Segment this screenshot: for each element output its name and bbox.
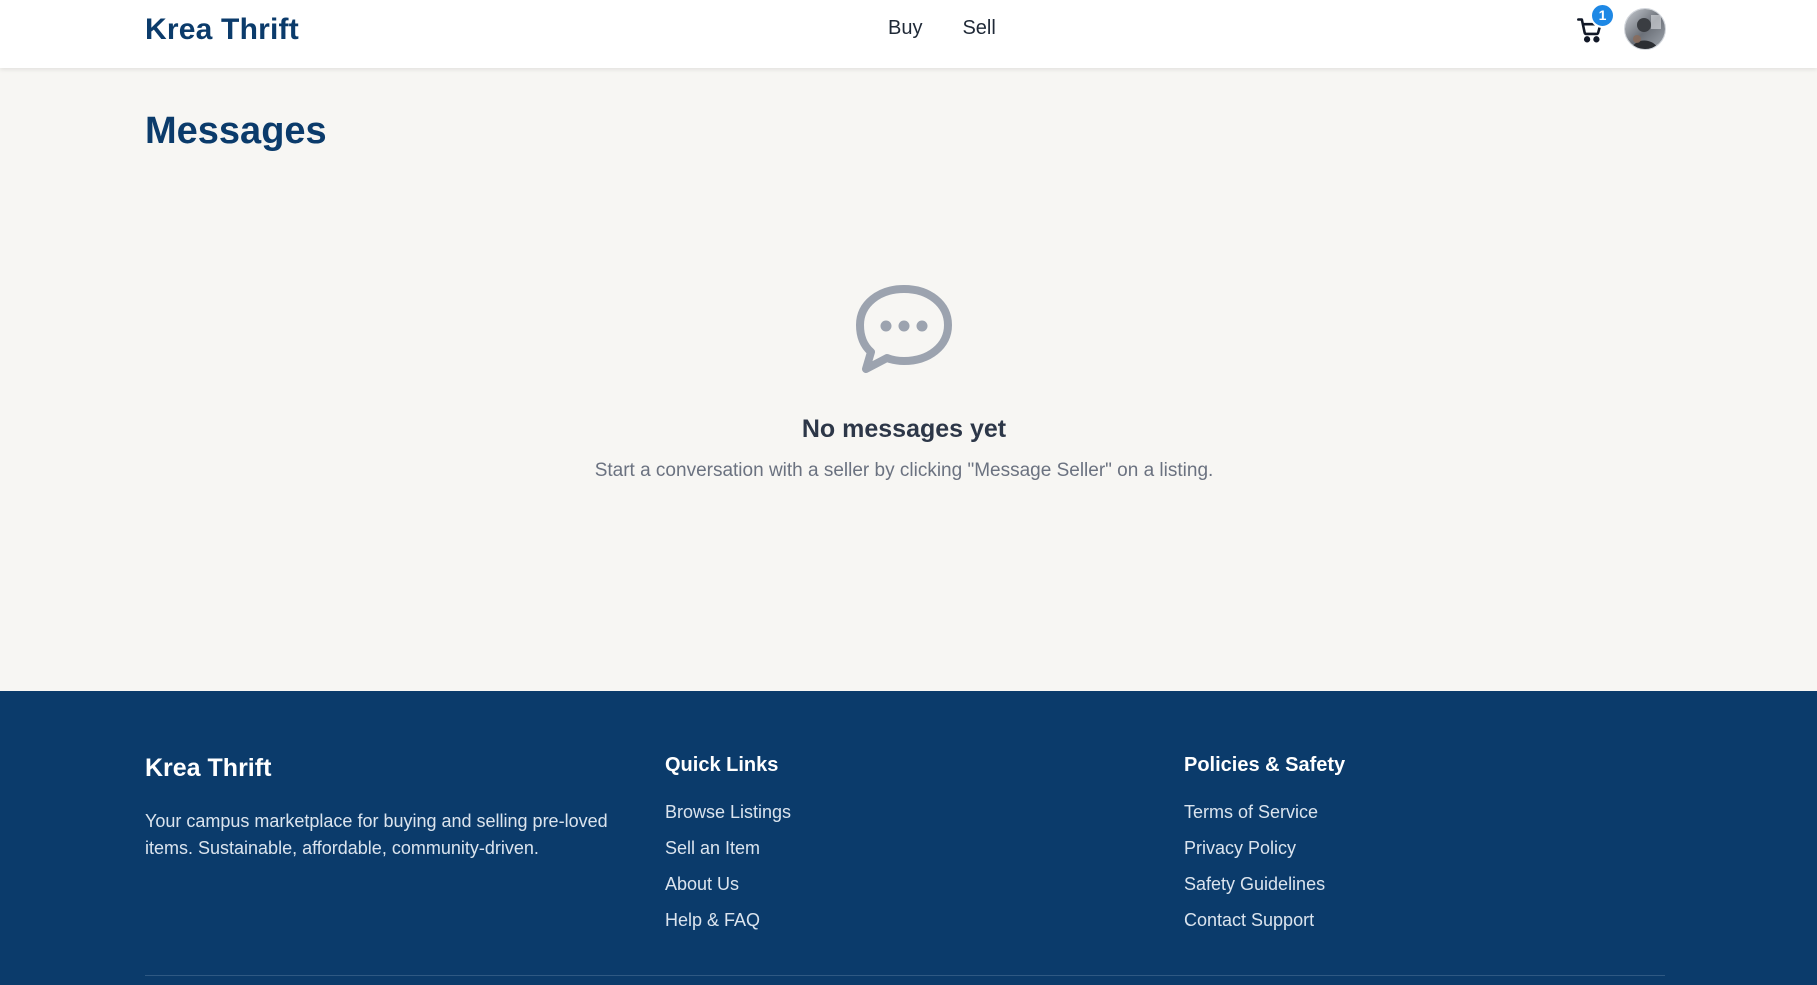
user-avatar[interactable] xyxy=(1624,8,1666,50)
nav-buy[interactable]: Buy xyxy=(888,17,922,40)
nav-sell[interactable]: Sell xyxy=(962,17,995,40)
footer-divider xyxy=(145,975,1665,976)
empty-description: Start a conversation with a seller by cl… xyxy=(594,460,1214,481)
empty-title: No messages yet xyxy=(801,415,1007,443)
footer-link-terms[interactable]: Terms of Service xyxy=(1184,802,1325,838)
cart-count-badge: 1 xyxy=(1590,3,1615,28)
footer-link-privacy[interactable]: Privacy Policy xyxy=(1184,838,1325,874)
footer-link-sell-an-item[interactable]: Sell an Item xyxy=(665,838,791,874)
footer-link-safety[interactable]: Safety Guidelines xyxy=(1184,874,1325,910)
footer-link-about-us[interactable]: About Us xyxy=(665,874,791,910)
quick-links-list: Browse Listings Sell an Item About Us He… xyxy=(665,802,791,946)
policies-list: Terms of Service Privacy Policy Safety G… xyxy=(1184,802,1325,946)
footer-brand: Krea Thrift xyxy=(145,754,272,782)
chat-bubble-icon xyxy=(856,285,952,373)
brand-logo[interactable]: Krea Thrift xyxy=(145,13,299,47)
empty-messages-state: No messages yet Start a conversation wit… xyxy=(0,283,1808,482)
footer-description: Your campus marketplace for buying and s… xyxy=(145,811,608,858)
footer-link-contact[interactable]: Contact Support xyxy=(1184,910,1325,946)
page-title: Messages xyxy=(145,110,327,152)
avatar-image xyxy=(1625,9,1665,49)
top-navbar: Krea Thrift Buy Sell 1 xyxy=(0,0,1817,68)
footer-link-help-faq[interactable]: Help & FAQ xyxy=(665,910,791,946)
policies-heading: Policies & Safety xyxy=(1184,754,1346,776)
footer-link-browse-listings[interactable]: Browse Listings xyxy=(665,802,791,838)
main-nav: Buy Sell xyxy=(888,17,996,40)
quick-links-heading: Quick Links xyxy=(665,754,779,776)
site-footer: Krea Thrift Your campus marketplace for … xyxy=(0,691,1817,985)
